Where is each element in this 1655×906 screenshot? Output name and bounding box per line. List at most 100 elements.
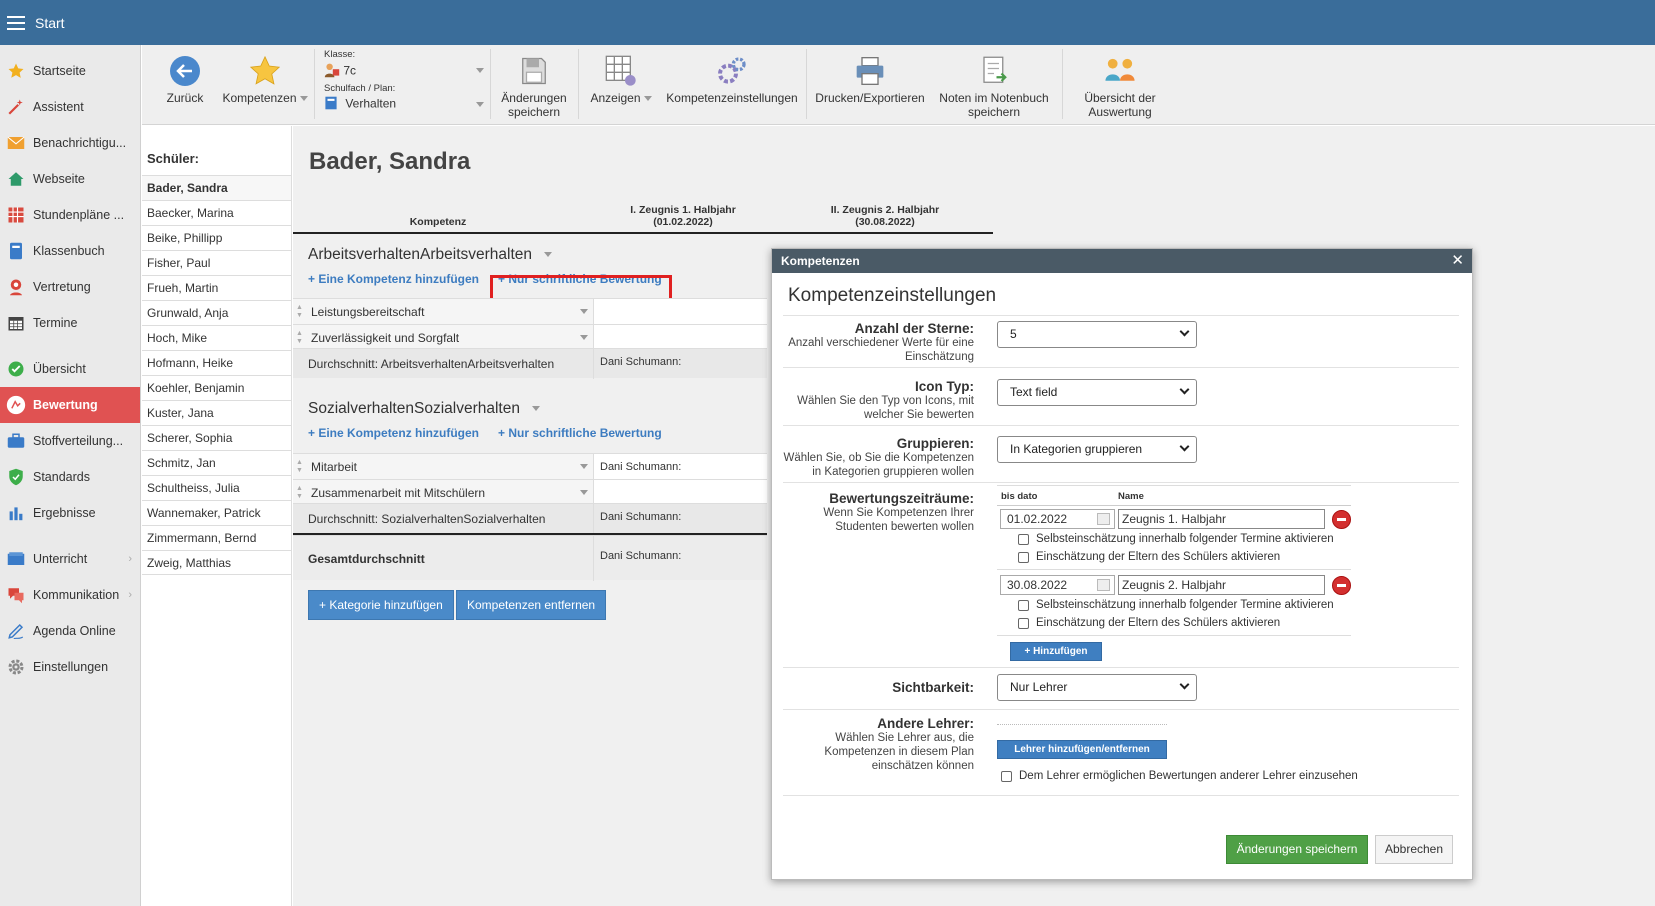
category-title[interactable]: ArbeitsverhaltenArbeitsverhalten — [308, 246, 553, 264]
sidebar-item-webseite[interactable]: Webseite — [0, 161, 140, 197]
student-item[interactable]: Zweig, Matthias — [142, 550, 291, 575]
checkbox[interactable] — [1001, 770, 1012, 782]
category-title[interactable]: SozialverhaltenSozialverhalten — [308, 400, 540, 418]
add-competence-link[interactable]: + Eine Kompetenz hinzufügen — [308, 426, 479, 440]
remove-period-icon[interactable] — [1332, 510, 1351, 529]
checkbox[interactable] — [1018, 533, 1029, 545]
stars-field-label: Anzahl der Sterne: Anzahl verschiedener … — [772, 321, 974, 364]
student-item[interactable]: Grunwald, Anja — [142, 300, 291, 325]
column-header-period-1-title: I. Zeugnis 1. Halbjahr — [630, 204, 736, 216]
sidebar-item-stundenplaene[interactable]: Stundenpläne ... — [0, 197, 140, 233]
chevron-down-icon[interactable] — [580, 464, 588, 469]
student-item[interactable]: Hoch, Mike — [142, 325, 291, 350]
period-date-input[interactable]: 01.02.2022 — [1000, 509, 1115, 529]
cancel-button[interactable]: Abbrechen — [1375, 835, 1453, 864]
sidebar-item-stoffverteilung[interactable]: Stoffverteilung... — [0, 423, 140, 459]
table-row: ▲ ▼ Leistungsbereitschaft — [293, 298, 767, 325]
chevron-down-icon[interactable] — [580, 335, 588, 340]
grouping-field-label: Gruppieren: Wählen Sie, ob Sie die Kompe… — [772, 436, 974, 479]
self-assessment-checkbox[interactable]: Selbsteinschätzung innerhalb folgender T… — [1018, 599, 1334, 611]
period-date-input[interactable]: 30.08.2022 — [1000, 575, 1115, 595]
checkbox[interactable] — [1018, 599, 1029, 611]
remove-period-icon[interactable] — [1332, 576, 1351, 595]
student-item[interactable]: Wannemaker, Patrick — [142, 500, 291, 525]
toolbar: Zurück Kompetenzen Klasse: 7c Schulfach … — [142, 45, 1655, 125]
chevron-down-icon[interactable] — [580, 309, 588, 314]
view-other-ratings-checkbox[interactable]: Dem Lehrer ermöglichen Bewertungen ander… — [1001, 770, 1358, 782]
klasse-select[interactable]: 7c — [324, 62, 484, 80]
student-item[interactable]: Koehler, Benjamin — [142, 375, 291, 400]
chevron-down-icon[interactable] — [580, 490, 588, 495]
kompetenzen-button[interactable]: Kompetenzen — [220, 53, 310, 105]
sidebar-item-unterricht[interactable]: Unterricht › — [0, 541, 140, 577]
written-rating-link[interactable]: + Nur schriftliche Bewertung — [498, 426, 662, 440]
teachers-description: Kompetenzen in diesem Plan — [824, 746, 974, 758]
sidebar-item-vertretung[interactable]: Vertretung — [0, 269, 140, 305]
stars-select[interactable]: 5 — [997, 321, 1197, 348]
student-item[interactable]: Zimmermann, Bernd — [142, 525, 291, 550]
period-name-input[interactable]: Zeugnis 1. Halbjahr — [1118, 509, 1325, 529]
overview-evaluation-button[interactable]: Übersicht der Auswertung — [1070, 53, 1170, 119]
calendar-icon[interactable] — [1097, 513, 1110, 525]
student-item[interactable]: Baecker, Marina — [142, 200, 291, 225]
rating-cell[interactable] — [593, 299, 767, 325]
student-item[interactable]: Schmitz, Jan — [142, 450, 291, 475]
visibility-select[interactable]: Nur Lehrer — [997, 674, 1197, 701]
student-item[interactable]: Bader, Sandra — [142, 175, 291, 200]
sort-handle-icon[interactable]: ▲ ▼ — [296, 304, 303, 320]
sidebar-item-kommunikation[interactable]: Kommunikation › — [0, 577, 140, 613]
close-icon[interactable]: ✕ — [1451, 249, 1464, 273]
sidebar-item-klassenbuch[interactable]: Klassenbuch — [0, 233, 140, 269]
back-button[interactable]: Zurück — [160, 53, 210, 105]
column-header-period-2-date: (30.08.2022) — [855, 216, 915, 228]
remove-competences-button[interactable]: Kompetenzen entfernen — [456, 590, 607, 620]
save-changes-button[interactable]: Änderungen speichern — [496, 53, 572, 119]
menu-icon[interactable] — [7, 15, 25, 30]
sidebar-item-ergebnisse[interactable]: Ergebnisse — [0, 495, 140, 531]
sort-handle-icon[interactable]: ▲ ▼ — [296, 459, 303, 475]
sort-handle-icon[interactable]: ▲ ▼ — [296, 330, 303, 346]
sidebar-item-termine[interactable]: Termine — [0, 305, 140, 341]
add-category-button[interactable]: + Kategorie hinzufügen — [308, 590, 454, 620]
sort-handle-icon[interactable]: ▲ ▼ — [296, 485, 303, 501]
student-item[interactable]: Frueh, Martin — [142, 275, 291, 300]
calendar-icon[interactable] — [1097, 579, 1110, 591]
student-item[interactable]: Schultheiss, Julia — [142, 475, 291, 500]
sidebar-item-benachrichtigungen[interactable]: Benachrichtigu... — [0, 125, 140, 161]
sidebar-item-assistent[interactable]: Assistent — [0, 89, 140, 125]
add-competence-link[interactable]: + Eine Kompetenz hinzufügen — [308, 272, 479, 286]
period-name-input[interactable]: Zeugnis 2. Halbjahr — [1118, 575, 1325, 595]
parents-assessment-checkbox[interactable]: Einschätzung der Eltern des Schülers akt… — [1018, 551, 1280, 563]
sidebar-item-uebersicht[interactable]: Übersicht — [0, 351, 140, 387]
anzeigen-button[interactable]: Anzeigen — [588, 53, 654, 105]
sidebar-item-startseite[interactable]: Startseite — [0, 53, 140, 89]
notebook-label-2: speichern — [967, 105, 1021, 119]
icon-type-description: welcher Sie bewerten — [864, 409, 974, 421]
parents-assessment-checkbox[interactable]: Einschätzung der Eltern des Schülers akt… — [1018, 617, 1280, 629]
sidebar-item-agenda-online[interactable]: Agenda Online — [0, 613, 140, 649]
add-period-button[interactable]: + Hinzufügen — [1010, 642, 1102, 661]
grouping-select[interactable]: In Kategorien gruppieren — [997, 436, 1197, 463]
save-button[interactable]: Änderungen speichern — [1226, 835, 1368, 864]
stars-description: Einschätzung — [904, 351, 974, 363]
kompetenzeinstellungen-button[interactable]: Kompetenzeinstellungen — [664, 53, 800, 105]
sidebar-item-einstellungen[interactable]: Einstellungen — [0, 649, 140, 685]
student-item[interactable]: Beike, Phillipp — [142, 225, 291, 250]
checkbox[interactable] — [1018, 617, 1029, 629]
schulfach-label: Schulfach / Plan: — [324, 83, 396, 94]
sidebar-item-standards[interactable]: Standards — [0, 459, 140, 495]
student-item[interactable]: Scherer, Sophia — [142, 425, 291, 450]
schulfach-select[interactable]: Verhalten — [324, 96, 484, 114]
print-export-button[interactable]: Drucken/Exportieren — [814, 53, 926, 105]
rating-cell[interactable]: Dani Schumann: — [593, 454, 767, 480]
checkbox[interactable] — [1018, 551, 1029, 563]
student-item[interactable]: Hofmann, Heike — [142, 350, 291, 375]
self-assessment-checkbox[interactable]: Selbsteinschätzung innerhalb folgender T… — [1018, 533, 1334, 545]
sidebar-item-bewertung[interactable]: Bewertung — [0, 387, 140, 423]
notebook-save-button[interactable]: Noten im Notenbuch speichern — [934, 53, 1054, 119]
icon-type-select[interactable]: Text field — [997, 379, 1197, 406]
top-bar-title[interactable]: Start — [35, 15, 65, 31]
teachers-button[interactable]: Lehrer hinzufügen/entfernen — [997, 740, 1167, 759]
student-item[interactable]: Kuster, Jana — [142, 400, 291, 425]
student-item[interactable]: Fisher, Paul — [142, 250, 291, 275]
